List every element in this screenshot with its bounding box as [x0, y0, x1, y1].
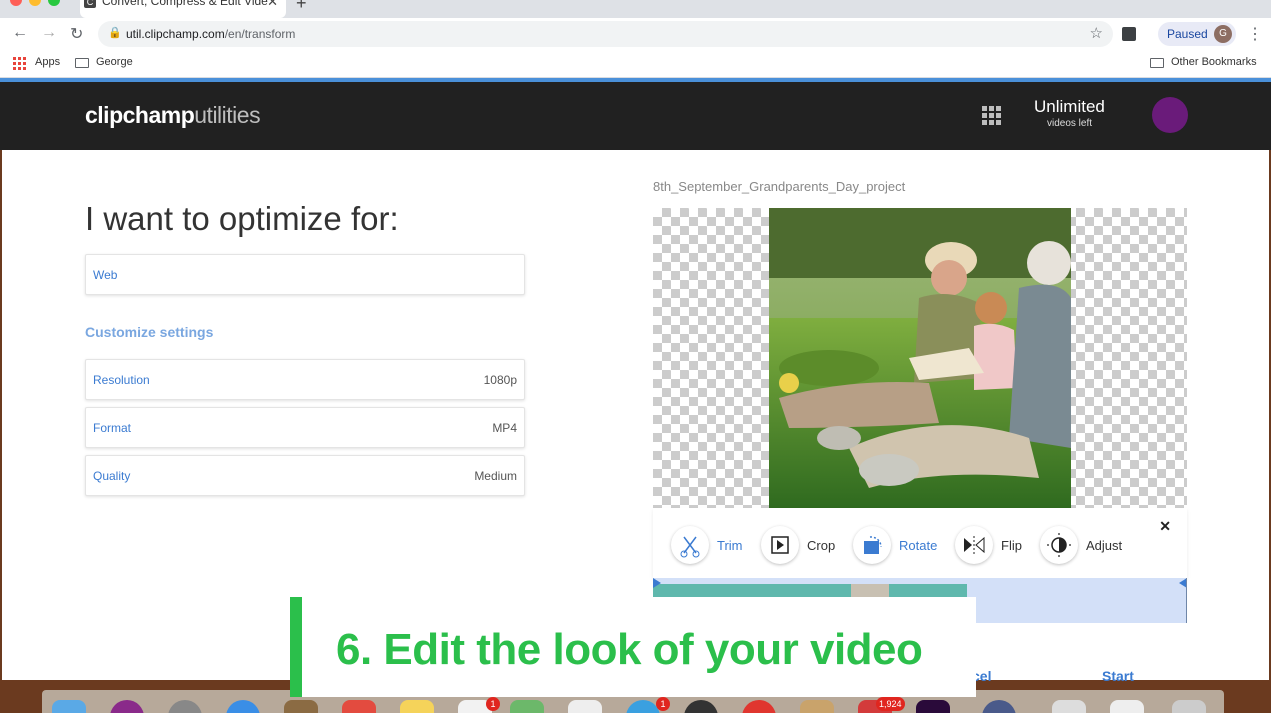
bookmark-other[interactable]: Other Bookmarks: [1171, 56, 1257, 68]
app-icon[interactable]: [284, 700, 318, 713]
new-tab-button[interactable]: +: [296, 0, 307, 14]
flip-label: Flip: [1001, 538, 1022, 553]
trim-label: Trim: [717, 538, 743, 553]
app-icon[interactable]: [110, 700, 144, 713]
flip-icon: [955, 526, 993, 564]
rotate-label: Rotate: [899, 538, 938, 553]
customize-settings-link[interactable]: Customize settings: [85, 324, 213, 340]
notification-badge: 1: [656, 697, 670, 711]
apps-grid-icon: [13, 57, 26, 70]
app-icon[interactable]: [568, 700, 602, 713]
tab-title: Convert, Compress & Edit Vide: [102, 0, 268, 8]
crop-icon: [761, 526, 799, 564]
optimize-select[interactable]: Web: [85, 254, 525, 295]
extension-icon[interactable]: [1122, 27, 1136, 41]
page-title: I want to optimize for:: [85, 200, 399, 237]
app-header: clipchamputilities Unlimited videos left: [0, 82, 1271, 150]
app-icon[interactable]: [982, 700, 1016, 713]
app-icon[interactable]: [800, 700, 834, 713]
apps-menu-icon[interactable]: [982, 106, 1001, 125]
plan-subtitle: videos left: [1047, 118, 1093, 129]
quality-label: Quality: [93, 469, 131, 483]
folder-icon: [1150, 58, 1164, 68]
app-icon[interactable]: [1052, 700, 1086, 713]
finder-icon[interactable]: [52, 700, 86, 713]
browser-toolbar: ← → ↻ 🔒 util.clipchamp.com/en/transform …: [0, 18, 1271, 50]
bookmarks-bar: Apps George Other Bookmarks: [0, 50, 1271, 78]
rotate-icon: [853, 526, 891, 564]
quality-value: Medium: [474, 469, 517, 483]
address-bar[interactable]: 🔒 util.clipchamp.com/en/transform ☆: [98, 21, 1113, 47]
maps-icon[interactable]: [510, 700, 544, 713]
scissors-icon: [671, 526, 709, 564]
profile-button[interactable]: Paused G: [1158, 22, 1236, 46]
url-path: /en/transform: [224, 27, 296, 41]
resolution-value: 1080p: [483, 373, 517, 387]
adjust-label: Adjust: [1086, 538, 1123, 553]
format-value: MP4: [492, 421, 517, 435]
start-button[interactable]: Start: [1102, 668, 1134, 684]
format-select[interactable]: Format MP4: [85, 407, 525, 448]
optimize-value: Web: [93, 268, 118, 282]
profile-status-label: Paused: [1167, 27, 1208, 41]
adjust-icon: [1040, 526, 1078, 564]
quality-select[interactable]: Quality Medium: [85, 455, 525, 496]
back-arrow-icon[interactable]: ←: [12, 24, 28, 42]
browser-menu-icon[interactable]: ⋮: [1247, 24, 1263, 44]
resolution-label: Resolution: [93, 373, 150, 387]
browser-tab[interactable]: C Convert, Compress & Edit Vide ✕: [80, 0, 286, 18]
lock-icon: 🔒: [108, 27, 122, 39]
screen: C Convert, Compress & Edit Vide ✕ + ← → …: [0, 0, 1271, 713]
crop-label: Crop: [807, 538, 836, 553]
reload-icon[interactable]: ↻: [70, 24, 83, 44]
app-icon[interactable]: [742, 700, 776, 713]
app-store-icon[interactable]: [626, 700, 660, 713]
timeline-start-handle[interactable]: [653, 578, 661, 588]
close-window-button[interactable]: [10, 0, 22, 6]
app-icon[interactable]: [916, 700, 950, 713]
notification-badge: 1: [486, 697, 500, 711]
timeline-end-line: [1186, 578, 1187, 623]
bookmark-apps[interactable]: Apps: [35, 56, 60, 68]
zoom-window-button[interactable]: [48, 0, 60, 6]
app-icon[interactable]: [168, 700, 202, 713]
plan-title: Unlimited: [1034, 97, 1105, 116]
logo-light-text: utilities: [194, 102, 261, 128]
video-preview: [653, 208, 1187, 508]
edit-toolbar: Trim Crop Rotate Flip Adjust ✕: [653, 508, 1187, 578]
tab-close-icon[interactable]: ✕: [267, 0, 278, 10]
clipchamp-logo[interactable]: clipchamputilities: [85, 102, 261, 129]
app-icon[interactable]: [1110, 700, 1144, 713]
trash-icon[interactable]: [1172, 700, 1206, 713]
url-host: util.clipchamp.com: [126, 27, 225, 41]
forward-arrow-icon[interactable]: →: [41, 24, 57, 42]
video-frame-image: [769, 208, 1071, 508]
calendar-icon[interactable]: [342, 700, 376, 713]
format-label: Format: [93, 421, 132, 435]
clipchamp-favicon-icon: C: [84, 0, 96, 8]
close-icon[interactable]: ✕: [1159, 518, 1171, 535]
caption-text: 6. Edit the look of your video: [336, 625, 923, 674]
browser-tab-strip: C Convert, Compress & Edit Vide ✕ +: [0, 0, 1271, 18]
caption-accent-bar: [290, 597, 302, 697]
notes-icon[interactable]: [400, 700, 434, 713]
app-icon[interactable]: [684, 700, 718, 713]
minimize-window-button[interactable]: [29, 0, 41, 6]
url-text: util.clipchamp.com/en/transform: [126, 27, 295, 41]
video-filename: 8th_September_Grandparents_Day_project: [653, 179, 906, 194]
bookmark-george[interactable]: George: [96, 56, 133, 68]
user-avatar[interactable]: [1152, 97, 1188, 133]
logo-bold-text: clipchamp: [85, 102, 195, 128]
folder-icon: [75, 58, 89, 68]
profile-avatar: G: [1214, 25, 1232, 43]
notification-badge: 1,924: [876, 697, 905, 711]
bookmark-star-icon[interactable]: ☆: [1090, 24, 1103, 42]
resolution-select[interactable]: Resolution 1080p: [85, 359, 525, 400]
tutorial-caption: 6. Edit the look of your video: [290, 597, 976, 697]
safari-icon[interactable]: [226, 700, 260, 713]
